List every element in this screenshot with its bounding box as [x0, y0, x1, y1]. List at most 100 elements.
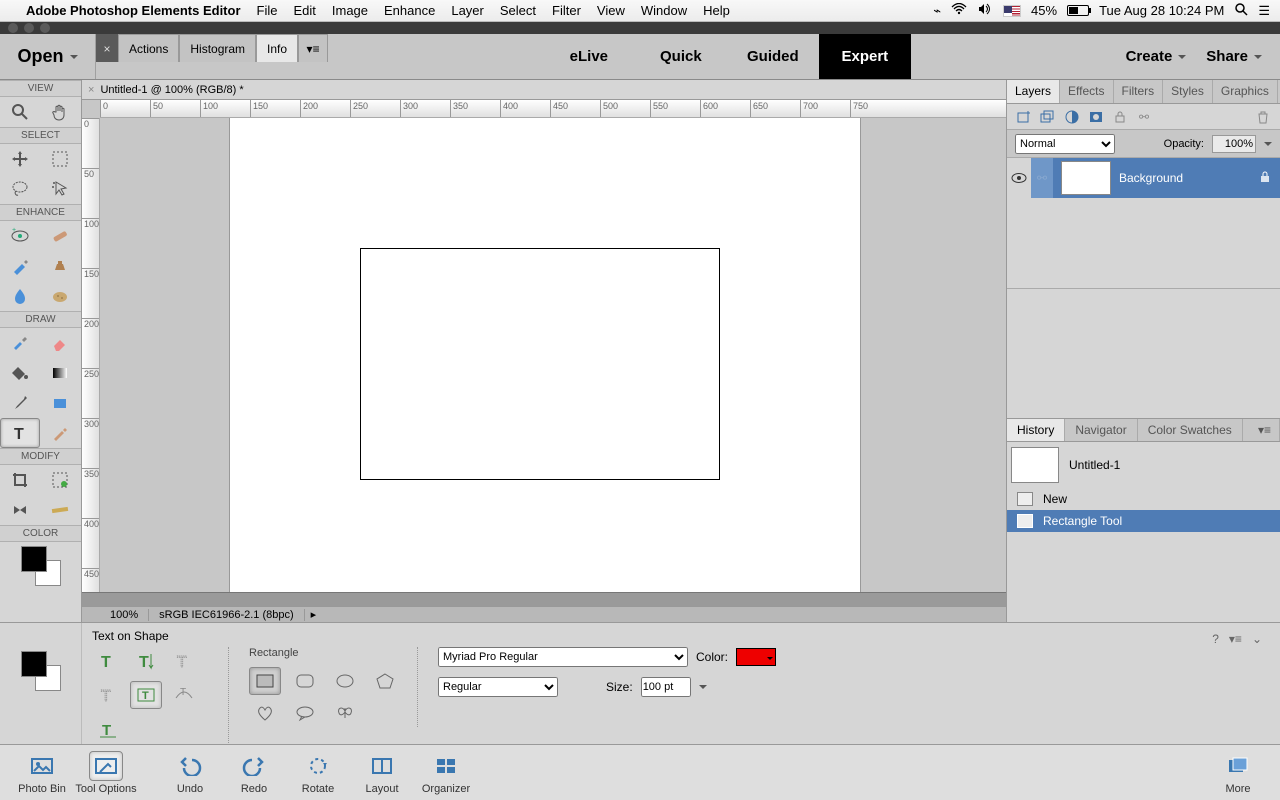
options-collapse-icon[interactable]: ⌄	[1252, 632, 1262, 646]
menu-view[interactable]: View	[597, 3, 625, 18]
hand-tool[interactable]	[40, 97, 80, 127]
menu-window[interactable]: Window	[641, 3, 687, 18]
font-size-input[interactable]	[641, 677, 691, 697]
layer-row-background[interactable]: ⚯ Background	[1007, 158, 1280, 198]
lock-layer-icon[interactable]	[1111, 108, 1129, 126]
shape-heart-icon[interactable]	[249, 699, 281, 727]
menu-select[interactable]: Select	[500, 3, 536, 18]
text-on-custom-icon[interactable]: T	[92, 715, 124, 743]
document-tab[interactable]: × Untitled-1 @ 100% (RGB/8) *	[82, 80, 1006, 100]
close-document-icon[interactable]: ×	[88, 84, 94, 96]
zoom-tool[interactable]	[0, 97, 40, 127]
menu-extras-icon[interactable]: ☰	[1258, 3, 1270, 19]
tab-filters[interactable]: Filters	[1114, 80, 1164, 103]
sound-icon[interactable]	[977, 3, 993, 18]
horizontal-type-icon[interactable]: T	[92, 647, 124, 675]
vertical-mask-type-icon[interactable]: T	[92, 681, 124, 709]
redeye-tool[interactable]: +	[0, 221, 40, 251]
menu-layer[interactable]: Layer	[451, 3, 484, 18]
shape-ellipse-icon[interactable]	[329, 667, 361, 695]
mini-tab-close-icon[interactable]: ×	[96, 34, 118, 62]
zoom-window-icon[interactable]	[40, 23, 50, 33]
shape-talk-bubble-icon[interactable]	[289, 699, 321, 727]
tab-history[interactable]: History	[1007, 419, 1065, 441]
menu-edit[interactable]: Edit	[293, 3, 315, 18]
close-window-icon[interactable]	[8, 23, 18, 33]
undo-button[interactable]: Undo	[158, 751, 222, 795]
text-on-path-icon[interactable]: T	[168, 681, 200, 709]
move-tool[interactable]	[0, 144, 40, 174]
menu-help[interactable]: Help	[703, 3, 730, 18]
tab-styles[interactable]: Styles	[1163, 80, 1213, 103]
straighten-tool[interactable]	[40, 495, 80, 525]
battery-icon[interactable]	[1067, 5, 1089, 16]
quick-select-tool[interactable]	[40, 174, 80, 204]
rectangle-shape[interactable]	[360, 248, 720, 480]
history-item-new[interactable]: New	[1007, 488, 1280, 510]
vertical-type-icon[interactable]: T	[130, 647, 162, 675]
blur-tool[interactable]	[0, 281, 40, 311]
layer-link-icon[interactable]: ⚯	[1031, 158, 1053, 198]
eyedropper-tool[interactable]	[0, 388, 40, 418]
zoom-readout[interactable]: 100%	[100, 609, 149, 621]
bluetooth-icon[interactable]: ⌁	[933, 3, 941, 19]
content-aware-tool[interactable]	[0, 495, 40, 525]
new-group-icon[interactable]	[1039, 108, 1057, 126]
wifi-icon[interactable]	[951, 3, 967, 18]
menu-enhance[interactable]: Enhance	[384, 3, 435, 18]
shape-rounded-rect-icon[interactable]	[289, 667, 321, 695]
brush-tool[interactable]	[0, 328, 40, 358]
lasso-tool[interactable]	[0, 174, 40, 204]
more-button[interactable]: More	[1206, 751, 1270, 795]
menu-file[interactable]: File	[257, 3, 278, 18]
photo-bin-button[interactable]: Photo Bin	[10, 751, 74, 795]
mode-quick[interactable]: Quick	[635, 34, 727, 79]
eraser-tool[interactable]	[40, 328, 80, 358]
horizontal-mask-type-icon[interactable]: T	[168, 647, 200, 675]
font-style-select[interactable]: Regular	[438, 677, 558, 697]
tab-graphics[interactable]: Graphics	[1213, 80, 1278, 103]
shape-rectangle-icon[interactable]	[249, 667, 281, 695]
mode-guided[interactable]: Guided	[727, 34, 819, 79]
minimize-window-icon[interactable]	[24, 23, 34, 33]
organizer-button[interactable]: Organizer	[414, 751, 478, 795]
spot-heal-tool[interactable]	[40, 221, 80, 251]
canvas-viewport[interactable]	[100, 118, 1006, 592]
input-source-icon[interactable]	[1003, 5, 1021, 17]
new-layer-icon[interactable]	[1015, 108, 1033, 126]
text-on-shape-icon[interactable]: T	[130, 681, 162, 709]
layer-visibility-icon[interactable]	[1007, 158, 1031, 198]
gradient-tool[interactable]	[40, 358, 80, 388]
chevron-down-icon[interactable]	[1264, 142, 1272, 150]
text-color-swatch[interactable]	[736, 648, 776, 666]
open-button[interactable]: Open	[0, 34, 96, 79]
layer-mask-icon[interactable]	[1087, 108, 1105, 126]
history-item-rectangle[interactable]: Rectangle Tool	[1007, 510, 1280, 532]
adjustment-layer-icon[interactable]	[1063, 108, 1081, 126]
chevron-down-icon[interactable]	[699, 685, 707, 693]
shape-polygon-icon[interactable]	[369, 667, 401, 695]
foreground-color-swatch[interactable]	[21, 546, 47, 572]
tab-actions[interactable]: Actions	[118, 34, 179, 62]
status-menu-icon[interactable]: ▸	[305, 608, 317, 621]
horizontal-scrollbar[interactable]	[82, 592, 1006, 606]
spotlight-icon[interactable]	[1234, 2, 1248, 19]
shape-tool[interactable]	[40, 388, 80, 418]
options-help-icon[interactable]: ?	[1212, 632, 1219, 646]
mini-tab-menu-icon[interactable]: ▾≡	[298, 34, 328, 62]
smart-brush-tool[interactable]	[0, 251, 40, 281]
tab-layers[interactable]: Layers	[1007, 80, 1060, 103]
tool-options-button[interactable]: Tool Options	[74, 751, 138, 795]
tab-swatches[interactable]: Color Swatches	[1138, 419, 1243, 441]
blend-mode-select[interactable]: Normal	[1015, 134, 1115, 154]
redo-button[interactable]: Redo	[222, 751, 286, 795]
layout-button[interactable]: Layout	[350, 751, 414, 795]
tab-effects[interactable]: Effects	[1060, 80, 1113, 103]
pencil-tool[interactable]	[40, 418, 80, 448]
menu-filter[interactable]: Filter	[552, 3, 581, 18]
mode-elive[interactable]: eLive	[543, 34, 635, 79]
share-button[interactable]: Share	[1206, 48, 1262, 65]
history-panel-menu-icon[interactable]: ▾≡	[1250, 419, 1280, 441]
foreground-background-colors[interactable]	[21, 651, 61, 691]
paint-bucket-tool[interactable]	[0, 358, 40, 388]
